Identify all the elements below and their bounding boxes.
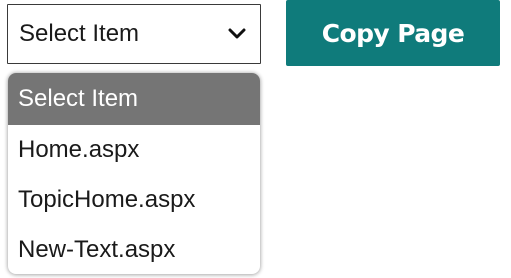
select-dropdown-list: Select Item Home.aspx TopicHome.aspx New… bbox=[8, 73, 260, 274]
copy-page-button[interactable]: Copy Page bbox=[286, 0, 500, 66]
option-select-item[interactable]: Select Item bbox=[8, 73, 260, 125]
select-current-value: Select Item bbox=[19, 20, 140, 47]
option-topichome-aspx[interactable]: TopicHome.aspx bbox=[8, 175, 260, 225]
option-home-aspx[interactable]: Home.aspx bbox=[8, 125, 260, 175]
option-new-text-aspx[interactable]: New-Text.aspx bbox=[8, 225, 260, 274]
page-select[interactable]: Select Item bbox=[7, 4, 261, 64]
chevron-down-icon bbox=[228, 28, 246, 39]
